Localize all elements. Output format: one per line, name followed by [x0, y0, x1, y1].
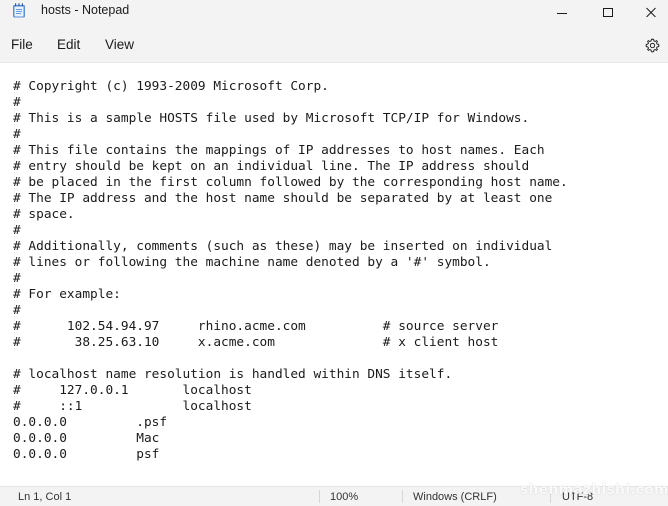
minimize-icon	[557, 13, 567, 14]
editor-line: # Copyright (c) 1993-2009 Microsoft Corp…	[13, 79, 329, 94]
editor-line: # 127.0.0.1 localhost	[13, 383, 252, 398]
status-divider	[319, 490, 320, 503]
status-divider	[550, 490, 551, 503]
editor-line: # entry should be kept on an individual …	[13, 159, 530, 174]
editor-line: 0.0.0.0 Mac	[13, 431, 160, 446]
editor-line: # For example:	[13, 287, 121, 302]
status-bar: Ln 1, Col 1 100% Windows (CRLF) UTF-8	[0, 486, 668, 506]
minimize-button[interactable]	[539, 0, 585, 22]
editor-line: # This is a sample HOSTS file used by Mi…	[13, 111, 530, 126]
editor-line: 0.0.0.0 psf	[13, 447, 160, 462]
editor-line: # 38.25.63.10 x.acme.com # x client host	[13, 335, 499, 350]
editor-line: # ::1 localhost	[13, 399, 252, 414]
zoom-level[interactable]: 100%	[330, 491, 358, 504]
editor-line: #	[13, 127, 21, 142]
editor-line: # space.	[13, 207, 75, 222]
close-icon	[646, 7, 656, 17]
editor-line: # The IP address and the host name shoul…	[13, 191, 553, 206]
line-ending[interactable]: Windows (CRLF)	[413, 491, 497, 504]
menu-file[interactable]: File	[11, 37, 33, 53]
menu-view[interactable]: View	[105, 37, 134, 53]
editor-line: #	[13, 223, 21, 238]
encoding[interactable]: UTF-8	[562, 491, 593, 504]
close-button[interactable]	[628, 0, 668, 22]
menu-edit[interactable]: Edit	[57, 37, 80, 53]
cursor-position: Ln 1, Col 1	[18, 491, 72, 503]
editor-line: 0.0.0.0 .psf	[13, 415, 168, 430]
maximize-icon	[603, 8, 613, 17]
editor-line: # Additionally, comments (such as these)…	[13, 239, 553, 254]
menu-bar: File Edit View	[0, 28, 668, 62]
editor-line: # 102.54.94.97 rhino.acme.com # source s…	[13, 319, 499, 334]
editor-line: #	[13, 95, 21, 110]
editor-line: # This file contains the mappings of IP …	[13, 143, 545, 158]
maximize-button[interactable]	[585, 0, 631, 22]
window-title: hosts - Notepad	[41, 3, 130, 17]
gear-icon	[645, 38, 659, 52]
status-divider	[402, 490, 403, 503]
notepad-icon	[12, 3, 26, 18]
settings-button[interactable]	[643, 36, 661, 54]
text-editor[interactable]: # Copyright (c) 1993-2009 Microsoft Corp…	[0, 62, 668, 486]
editor-line: # be placed in the first column followed…	[13, 175, 568, 190]
editor-line: #	[13, 303, 21, 318]
editor-content[interactable]: # Copyright (c) 1993-2009 Microsoft Corp…	[13, 79, 568, 463]
title-bar: hosts - Notepad	[0, 0, 668, 28]
editor-line: #	[13, 271, 21, 286]
editor-line: # lines or following the machine name de…	[13, 255, 491, 270]
editor-line: # localhost name resolution is handled w…	[13, 367, 453, 382]
